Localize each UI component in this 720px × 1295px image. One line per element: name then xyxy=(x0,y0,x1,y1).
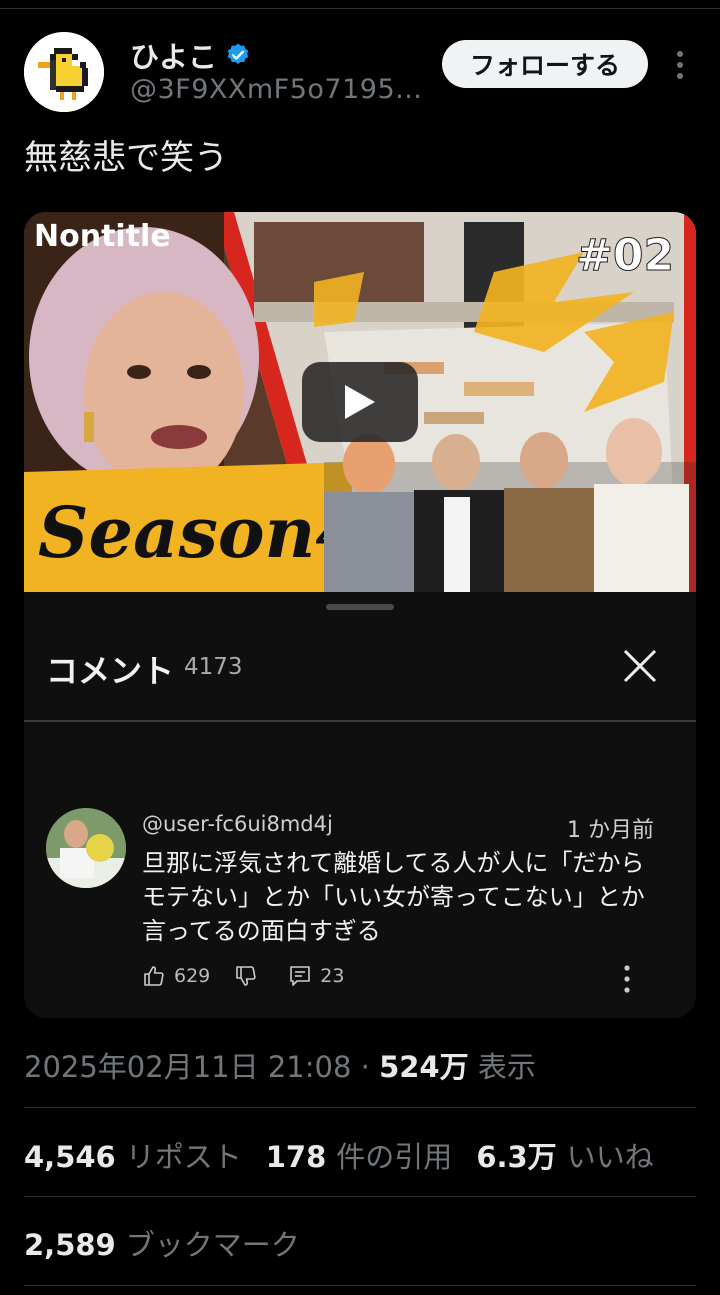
user-handle[interactable]: @3F9XXmF5o7195... xyxy=(130,74,422,105)
quotes-label: 件の引用 xyxy=(336,1140,453,1174)
like-count: 629 xyxy=(174,965,211,987)
comments-divider xyxy=(24,720,696,722)
reply-count: 23 xyxy=(320,965,345,987)
tweet-text: 無慈悲で笑う xyxy=(24,138,228,178)
comment-time: 1 か月前 xyxy=(567,818,654,843)
bookmarks-label: ブックマーク xyxy=(125,1228,300,1262)
commenter-avatar-image xyxy=(46,808,126,888)
view-label: 表示 xyxy=(477,1050,536,1084)
play-button[interactable] xyxy=(302,362,418,442)
comment-text: 旦那に浮気されて離婚してる人が人に「だからモテない」とか「いい女が寄ってこない」… xyxy=(142,849,645,945)
like-group[interactable]: 629 xyxy=(142,964,210,988)
quotes-count: 178 xyxy=(265,1140,327,1174)
reply-icon[interactable] xyxy=(288,964,312,988)
drag-handle[interactable] xyxy=(326,604,394,610)
bookmarks-stat[interactable]: 2,589 ブックマーク xyxy=(24,1222,300,1264)
comment-actions: 629 23 xyxy=(142,964,344,988)
episode-number: #02 xyxy=(576,230,674,281)
bookmarks-count: 2,589 xyxy=(24,1228,116,1262)
comments-count: 4173 xyxy=(184,654,243,680)
thumbs-up-icon[interactable] xyxy=(142,964,166,988)
post-date[interactable]: 2025年02月11日 21:08 xyxy=(24,1050,351,1084)
comment-avatar[interactable] xyxy=(46,808,126,888)
divider xyxy=(24,1285,696,1286)
likes-stat[interactable]: 6.3万 いいね xyxy=(476,1134,653,1176)
engagement-stats: 4,546 リポスト 178 件の引用 6.3万 いいね xyxy=(24,1134,654,1176)
reposts-stat[interactable]: 4,546 リポスト xyxy=(24,1134,242,1176)
likes-label: いいね xyxy=(566,1140,654,1174)
reposts-count: 4,546 xyxy=(24,1140,116,1174)
comment-more-icon[interactable] xyxy=(620,964,634,994)
meta-dot: · xyxy=(360,1050,370,1084)
comment-username[interactable]: @user-fc6ui8md4j xyxy=(142,812,333,836)
top-divider xyxy=(0,8,720,9)
verified-badge-icon xyxy=(227,43,249,64)
view-count: 524万 xyxy=(379,1050,469,1084)
quotes-stat[interactable]: 178 件の引用 xyxy=(266,1134,453,1176)
reposts-label: リポスト xyxy=(125,1140,242,1174)
post-meta: 2025年02月11日 21:08 · 524万 表示 xyxy=(24,1044,536,1086)
chick-pixel-icon xyxy=(24,32,104,112)
thumbs-down-icon[interactable] xyxy=(234,964,258,988)
comments-title: コメント xyxy=(46,652,175,690)
likes-count: 6.3万 xyxy=(476,1140,557,1174)
display-name[interactable]: ひよこ xyxy=(130,34,217,76)
divider xyxy=(24,1196,696,1197)
brand-text: Nontitle xyxy=(34,219,171,254)
media-card[interactable]: Nontitle #02 Season4 コメント 4173 @user-fc6… xyxy=(24,212,696,1018)
user-avatar[interactable] xyxy=(24,32,104,112)
more-options-icon[interactable] xyxy=(668,48,692,82)
play-icon xyxy=(345,385,375,419)
close-icon[interactable] xyxy=(622,648,658,684)
season-text: Season4 xyxy=(38,491,364,574)
reply-group[interactable]: 23 xyxy=(288,964,344,988)
follow-button[interactable]: フォローする xyxy=(442,40,648,88)
name-row: ひよこ xyxy=(130,34,251,76)
divider xyxy=(24,1107,696,1108)
